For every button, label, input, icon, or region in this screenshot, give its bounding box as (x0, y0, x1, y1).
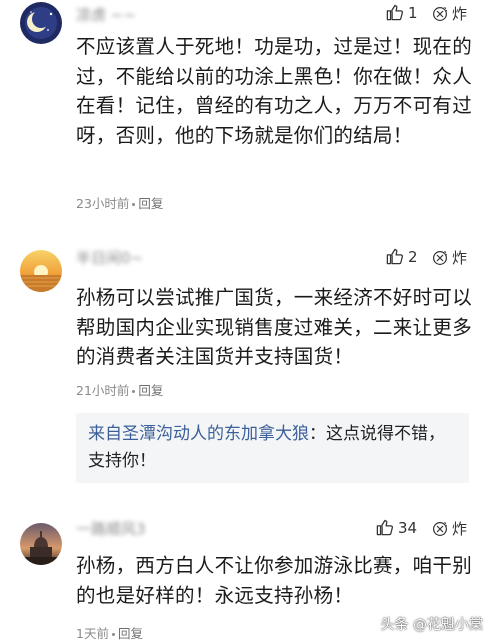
like-count: 1 (408, 3, 418, 22)
thumbs-up-icon (386, 4, 404, 21)
comment-body: 不应该置人于死地！功是功，过是过！现在的过，不能给以前的功涂上黑色！你在做！众人… (76, 35, 473, 147)
reply-button[interactable]: 回复 (138, 196, 163, 211)
reply-preview[interactable]: 来自圣潭沟动人的东加拿大狼：这点说得不错，支持你！ (76, 413, 469, 483)
username[interactable]: 凉虏 ~~ (76, 4, 136, 25)
comment-1: 凉虏 ~~ 1 炸 不应该置人于死地！功是功，过是过！现在的过，不能给以前的功涂… (0, 0, 491, 228)
night-moon-avatar-image (20, 2, 62, 44)
separator-dot (132, 203, 136, 206)
fire-button[interactable]: 炸 (431, 247, 467, 268)
fire-button[interactable]: 炸 (431, 518, 467, 539)
fire-label: 炸 (452, 520, 468, 538)
reply-button[interactable]: 回复 (138, 383, 163, 398)
like-button[interactable]: 2 (385, 247, 418, 266)
comment-body: 孙杨，西方白人不让你参加游泳比赛，咱干别的也是好样的！永远支持孙杨！ (76, 554, 473, 607)
separator-dot (132, 390, 136, 393)
avatar[interactable] (20, 523, 62, 565)
comment-meta: 21小时前 回复 (76, 380, 163, 399)
building-avatar-image (20, 523, 62, 565)
timestamp: 1天前 (76, 626, 109, 641)
blast-icon (433, 6, 448, 21)
fire-button[interactable]: 炸 (431, 3, 467, 24)
avatar[interactable] (20, 2, 62, 44)
reply-author-link[interactable]: 来自圣潭沟动人的东加拿大狼 (88, 424, 309, 444)
comment-body: 孙杨可以尝试推广国货，一来经济不好时可以帮助国内企业实现销售度过难关，二来让更多… (76, 286, 473, 368)
comment-meta: 23小时前 回复 (76, 193, 163, 212)
reply-button[interactable]: 回复 (118, 626, 143, 641)
like-button[interactable]: 1 (385, 3, 418, 22)
avatar[interactable] (20, 250, 62, 292)
separator-dot (111, 633, 115, 636)
like-count: 34 (398, 518, 418, 537)
thumbs-up-icon (376, 519, 394, 536)
timestamp: 21小时前 (76, 383, 130, 398)
timestamp: 23小时前 (76, 196, 130, 211)
comment-meta: 1天前 回复 (76, 623, 143, 642)
fire-label: 炸 (452, 5, 468, 23)
thumbs-up-icon (386, 248, 404, 265)
watermark: 头条 @花魁小棠 (380, 617, 483, 633)
like-count: 2 (408, 247, 418, 266)
username[interactable]: 一路顺风3 (76, 518, 146, 539)
blast-icon (433, 250, 448, 265)
sunset-avatar-image (20, 250, 62, 292)
fire-label: 炸 (452, 249, 468, 267)
blast-icon (433, 521, 448, 536)
comment-2: 半日闲0~ 2 炸 孙杨可以尝试推广国货，一来经济不好时可以帮助国内企业实现销售… (0, 243, 491, 493)
like-button[interactable]: 34 (375, 518, 417, 537)
username[interactable]: 半日闲0~ (76, 247, 143, 268)
